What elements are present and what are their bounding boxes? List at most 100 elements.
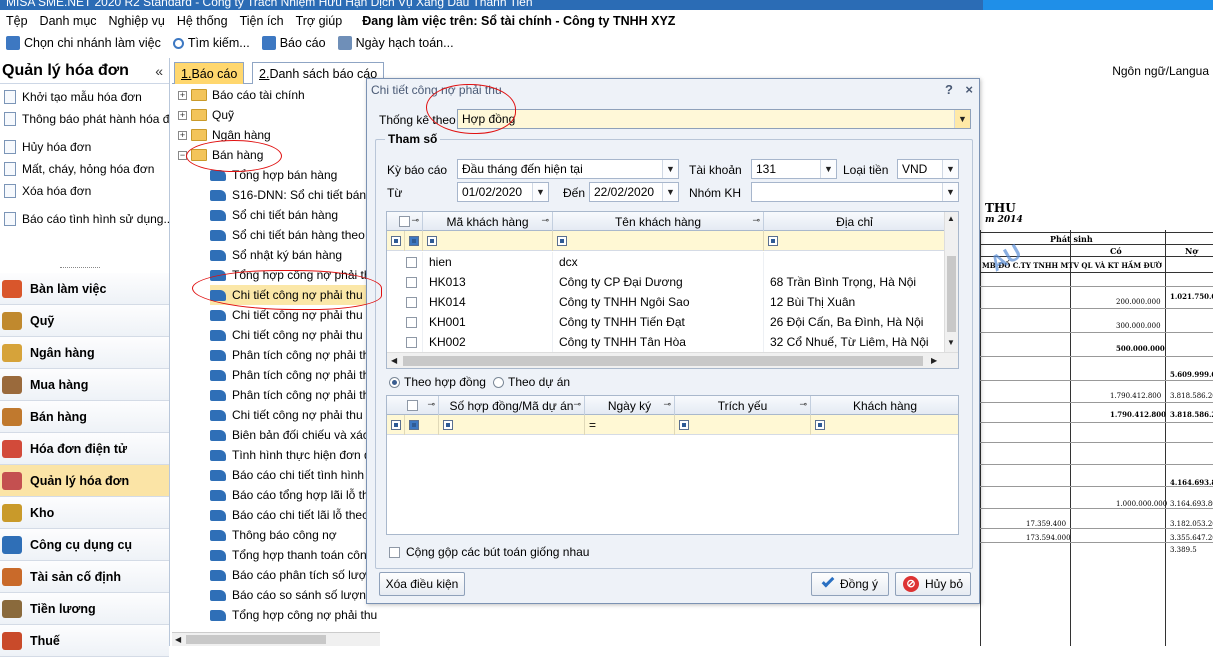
radio-by-project[interactable]: Theo dự án	[493, 375, 570, 389]
nav-cash[interactable]: Quỹ	[0, 305, 169, 337]
tab-reports[interactable]: 1. Báo cáo	[174, 62, 245, 84]
pin-icon[interactable]: ⊸	[541, 215, 549, 226]
select-all-column[interactable]: ⊸	[387, 212, 423, 231]
filter-cell[interactable]	[675, 415, 811, 435]
filter-cell[interactable]	[439, 415, 585, 435]
customer-row[interactable]: HK013 Công ty CP Đại Dương 68 Trần Bình Tr…	[387, 272, 946, 292]
expand-icon[interactable]: +	[178, 110, 187, 120]
dropdown-arrow-icon[interactable]: ▼	[954, 110, 970, 128]
filter-icon[interactable]	[768, 236, 778, 246]
tree-report-item[interactable]: Sổ chi tiết bán hàng	[210, 205, 368, 225]
tree-folder[interactable]: + Quỹ	[178, 105, 234, 125]
expand-icon[interactable]: +	[178, 130, 187, 140]
row-checkbox[interactable]	[406, 336, 417, 348]
nav-fixed-assets[interactable]: Tài sản cố định	[0, 561, 169, 593]
filter-icon[interactable]	[679, 420, 689, 430]
col-customer-name[interactable]: Tên khách hàng ⊸	[553, 212, 764, 231]
filter-icon[interactable]	[427, 236, 437, 246]
task-item[interactable]: Hủy hóa đơn	[0, 136, 169, 158]
nav-sales[interactable]: Bán hàng	[0, 401, 169, 433]
customer-row[interactable]: HK014 Công ty TNHH Ngôi Sao 12 Bùi Thị Xuâ…	[387, 292, 946, 312]
task-item[interactable]: Xóa hóa đơn	[0, 180, 169, 202]
filter-cell[interactable]	[423, 231, 553, 251]
pin-icon[interactable]: ⊸	[752, 215, 760, 226]
ky-bao-cao-combo[interactable]: Đầu tháng đến hiện tại ▼	[457, 159, 679, 179]
branch-button[interactable]: Chọn chi nhánh làm việc	[6, 36, 161, 50]
language-selector[interactable]: Ngôn ngữ/Langua	[1112, 64, 1209, 78]
menu-file[interactable]: Tệp	[6, 14, 28, 28]
row-checkbox[interactable]	[406, 276, 417, 288]
tree-report-item[interactable]: Phân tích công nợ phải thu t	[210, 385, 380, 405]
filter-cell[interactable]	[405, 415, 439, 435]
row-select-cell[interactable]	[387, 312, 423, 332]
dropdown-arrow-icon[interactable]: ▼	[662, 160, 678, 178]
tree-report-item[interactable]: Phân tích công nợ phải thu t	[210, 345, 380, 365]
tree-report-item[interactable]: S16-DNN: Sổ chi tiết bán hà	[210, 185, 380, 205]
nhom-kh-combo[interactable]: ▼	[751, 182, 959, 202]
filter-icon[interactable]	[409, 236, 419, 246]
scroll-down-icon[interactable]: ▼	[947, 338, 955, 347]
row-checkbox[interactable]	[406, 316, 417, 328]
scroll-right-icon[interactable]: ▶	[931, 356, 937, 365]
col-address[interactable]: Địa chỉ	[764, 212, 946, 231]
tree-report-item[interactable]: Tình hình thực hiện đơn đặt	[210, 445, 380, 465]
tree-report-item[interactable]: Báo cáo phân tích số lượng	[210, 565, 380, 585]
pin-icon[interactable]: ⊸	[411, 215, 419, 226]
row-select-cell[interactable]	[387, 332, 423, 352]
pin-icon[interactable]: ⊸	[427, 399, 435, 410]
filter-icon[interactable]	[409, 420, 419, 430]
select-all-checkbox[interactable]	[407, 400, 418, 411]
col-customer-code[interactable]: Mã khách hàng ⊸	[423, 212, 553, 231]
nav-tax[interactable]: Thuế	[0, 625, 169, 657]
menu-catalog[interactable]: Danh mục	[40, 14, 97, 28]
pin-icon[interactable]: ⊸	[799, 399, 807, 410]
nav-warehouse[interactable]: Kho	[0, 497, 169, 529]
tree-folder[interactable]: + Báo cáo tài chính	[178, 85, 305, 105]
row-select-cell[interactable]	[387, 252, 423, 272]
menu-help[interactable]: Trợ giúp	[296, 14, 343, 28]
scroll-thumb[interactable]	[403, 356, 923, 366]
radio-button[interactable]	[389, 376, 400, 388]
dropdown-arrow-icon[interactable]: ▼	[662, 183, 678, 201]
help-icon[interactable]: ?	[945, 82, 953, 97]
loai-tien-combo[interactable]: VND ▼	[897, 159, 959, 179]
tree-report-item[interactable]: Tổng hợp thanh toán công n	[210, 545, 380, 565]
filter-cell[interactable]	[553, 231, 764, 251]
scroll-left-icon[interactable]: ◀	[391, 356, 397, 365]
thong-ke-combo[interactable]: Hợp đồng ▼	[457, 109, 971, 129]
dropdown-arrow-icon[interactable]: ▼	[820, 160, 836, 178]
filter-cell[interactable]	[387, 231, 405, 251]
nav-desktop[interactable]: Bàn làm việc	[0, 273, 169, 305]
col-sign-date[interactable]: Ngày ký ⊸	[585, 396, 675, 415]
customer-row[interactable]: KH001 Công ty TNHH Tiến Đạt 26 Đội Cấn, Ba…	[387, 312, 946, 332]
clear-conditions-button[interactable]: Xóa điều kiện	[379, 572, 465, 596]
collapse-icon[interactable]: «	[155, 63, 163, 79]
row-checkbox[interactable]	[406, 296, 417, 308]
search-button[interactable]: Tìm kiếm...	[172, 36, 250, 50]
nav-bank[interactable]: Ngân hàng	[0, 337, 169, 369]
filter-icon[interactable]	[443, 420, 453, 430]
tree-report-item[interactable]: Báo cáo chi tiết tình hình th	[210, 465, 380, 485]
task-item[interactable]: Báo cáo tình hình sử dụng...	[0, 208, 169, 230]
customer-row[interactable]: hien dcx	[387, 252, 946, 272]
tree-report-item[interactable]: Chi tiết công nợ phải thu the	[210, 405, 380, 425]
radio-by-contract[interactable]: Theo hợp đồng	[389, 375, 486, 389]
pin-icon[interactable]: ⊸	[663, 399, 671, 410]
filter-cell[interactable]	[405, 231, 423, 251]
select-all-column[interactable]: ⊸	[387, 396, 439, 415]
scroll-thumb[interactable]	[947, 256, 956, 332]
scroll-left-icon[interactable]: ◀	[175, 635, 181, 644]
tree-report-item[interactable]: Chi tiết công nợ phải thu the	[210, 325, 380, 345]
select-all-checkbox[interactable]	[399, 216, 410, 227]
tu-date-field[interactable]: 01/02/2020 ▼	[457, 182, 549, 202]
row-select-cell[interactable]	[387, 292, 423, 312]
date-filter-operator[interactable]: =	[589, 418, 596, 432]
nav-invoice-management[interactable]: Quản lý hóa đơn	[0, 465, 169, 497]
splitter-grip[interactable]	[60, 267, 100, 270]
dropdown-arrow-icon[interactable]: ▼	[942, 160, 958, 178]
posting-date-button[interactable]: Ngày hạch toán...	[337, 36, 454, 50]
tai-khoan-combo[interactable]: 131 ▼	[751, 159, 837, 179]
radio-button[interactable]	[493, 376, 504, 388]
customer-grid-hscroll[interactable]: ◀ ▶	[387, 352, 958, 368]
task-item[interactable]: Thông báo phát hành hóa đ...	[0, 108, 169, 130]
